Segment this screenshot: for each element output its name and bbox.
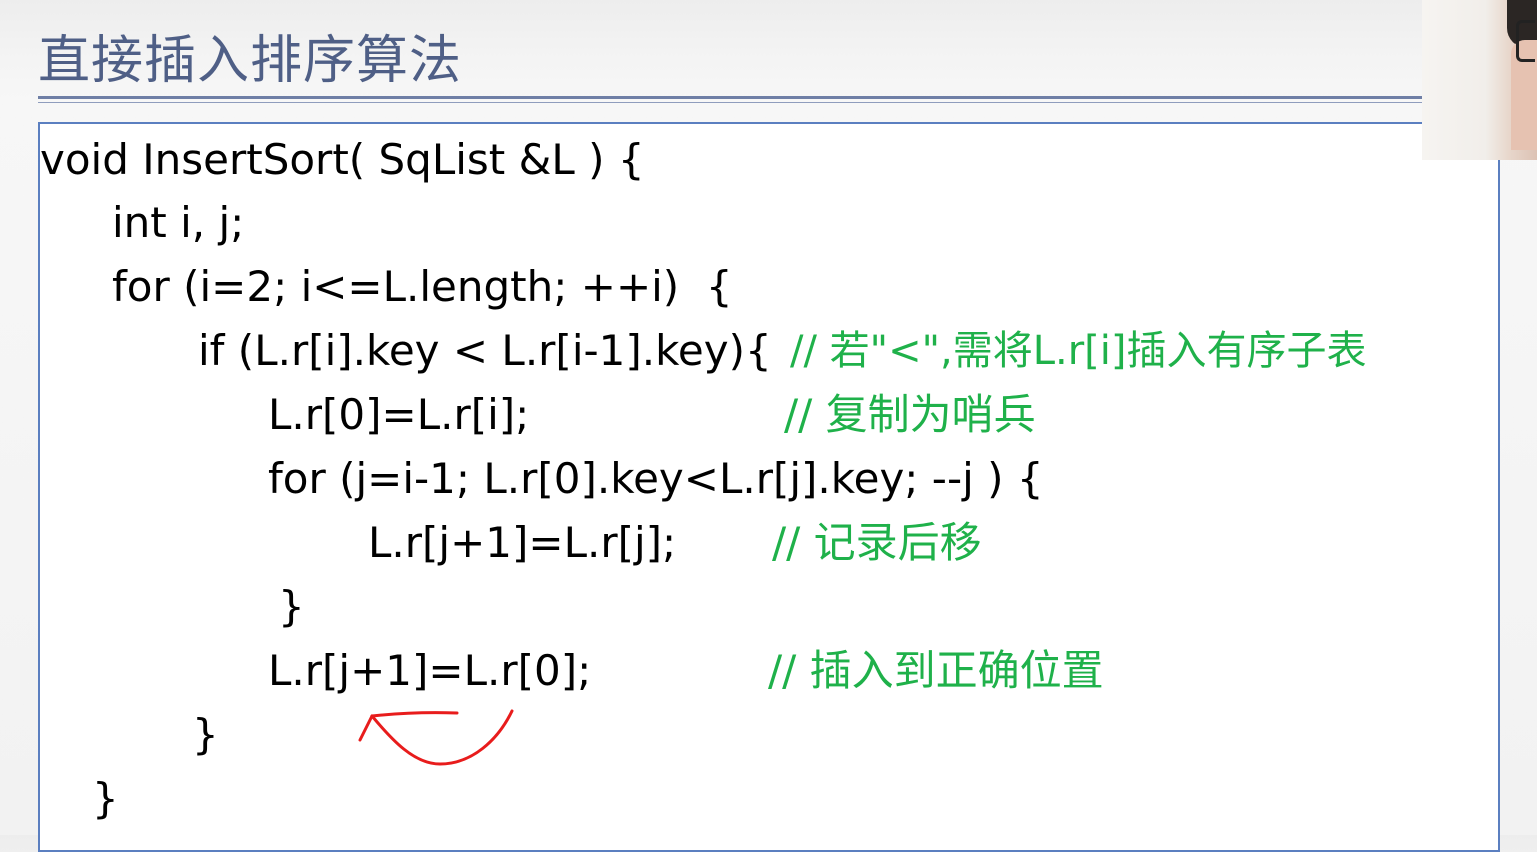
code-line-10: } [192,710,219,759]
code-line-11: } [92,774,119,823]
code-line-5: L.r[0]=L.r[i]; [268,390,530,439]
webcam-glasses [1516,20,1535,62]
code-line-8: } [278,582,305,631]
code-line-5-comment: // 复制为哨兵 [784,390,1036,439]
code-line-9: L.r[j+1]=L.r[0]; [268,646,592,695]
code-line-4: if (L.r[i].key < L.r[i-1].key){ [198,326,772,375]
code-line-7-comment: // 记录后移 [772,518,982,567]
code-line-4-comment: // 若"<",需将L.r[i]插入有序子表 [790,328,1367,374]
slide-title: 直接插入排序算法 [38,31,463,91]
code-line-2: int i, j; [112,198,245,247]
code-line-7: L.r[j+1]=L.r[j]; [368,518,677,567]
code-line-3: for (i=2; i<=L.length; ++i) { [112,262,733,311]
title-rule-thin [38,102,1422,103]
code-line-6: for (j=i-1; L.r[0].key<L.r[j].key; --j )… [268,454,1044,503]
title-rule [38,96,1422,99]
code-line-1: void InsertSort( SqList &L ) { [40,135,645,184]
code-line-9-comment: // 插入到正确位置 [768,646,1104,695]
webcam-overlay [1422,0,1537,160]
